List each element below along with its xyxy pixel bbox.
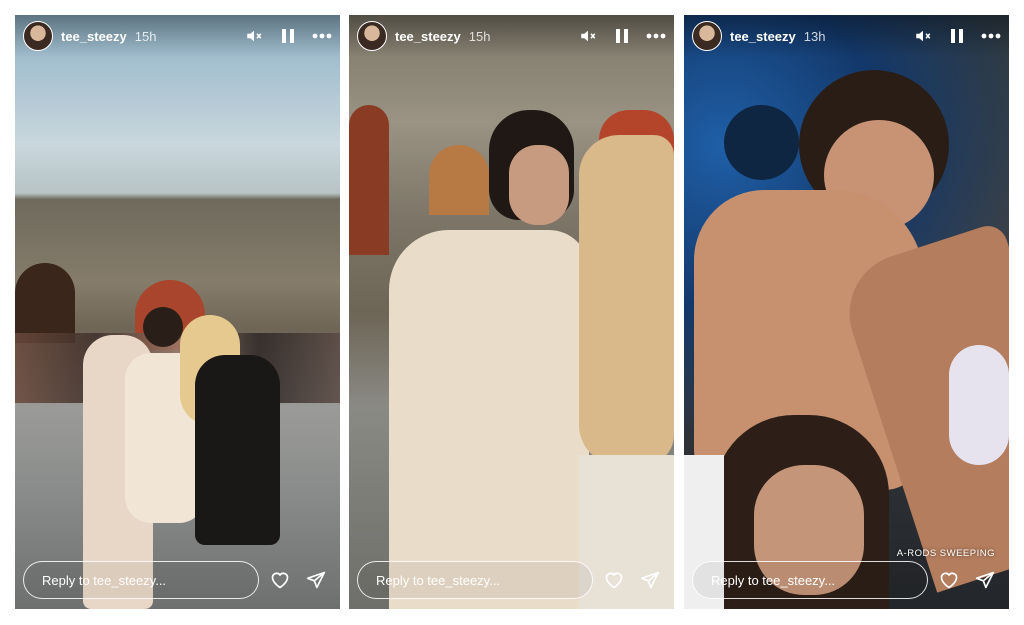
timestamp: 13h xyxy=(803,28,826,44)
heart-icon[interactable] xyxy=(270,570,290,590)
send-icon[interactable] xyxy=(640,570,660,590)
pause-icon[interactable] xyxy=(278,26,298,46)
story-footer xyxy=(349,559,674,601)
story-card-2[interactable]: tee_steezy 15h xyxy=(349,15,674,609)
story-1-photo xyxy=(15,15,340,609)
story-footer xyxy=(15,559,340,601)
story-header: tee_steezy 15h xyxy=(349,15,674,57)
timestamp: 15h xyxy=(468,28,491,44)
story-card-1[interactable]: tee_steezy 15h xyxy=(15,15,340,609)
avatar[interactable] xyxy=(692,21,722,51)
pause-icon[interactable] xyxy=(947,26,967,46)
username[interactable]: tee_steezy xyxy=(730,29,796,44)
timestamp: 15h xyxy=(134,28,157,44)
heart-icon[interactable] xyxy=(939,570,959,590)
more-options-icon[interactable] xyxy=(981,26,1001,46)
avatar[interactable] xyxy=(23,21,53,51)
story-header: tee_steezy 15h xyxy=(15,15,340,57)
more-options-icon[interactable] xyxy=(312,26,332,46)
pause-icon[interactable] xyxy=(612,26,632,46)
reply-input[interactable] xyxy=(692,561,928,599)
story-card-3[interactable]: tee_steezy 13h A-RODS SWEEPING xyxy=(684,15,1009,609)
reply-input[interactable] xyxy=(23,561,259,599)
username[interactable]: tee_steezy xyxy=(395,29,461,44)
username[interactable]: tee_steezy xyxy=(61,29,127,44)
send-icon[interactable] xyxy=(306,570,326,590)
muted-speaker-icon[interactable] xyxy=(244,26,264,46)
story-caption: A-RODS SWEEPING xyxy=(896,548,995,559)
story-header: tee_steezy 13h xyxy=(684,15,1009,57)
story-2-photo xyxy=(349,15,674,609)
send-icon[interactable] xyxy=(975,570,995,590)
reply-input[interactable] xyxy=(357,561,593,599)
heart-icon[interactable] xyxy=(604,570,624,590)
muted-speaker-icon[interactable] xyxy=(913,26,933,46)
avatar[interactable] xyxy=(357,21,387,51)
more-options-icon[interactable] xyxy=(646,26,666,46)
muted-speaker-icon[interactable] xyxy=(578,26,598,46)
story-3-photo xyxy=(684,15,1009,609)
story-footer xyxy=(684,559,1009,601)
